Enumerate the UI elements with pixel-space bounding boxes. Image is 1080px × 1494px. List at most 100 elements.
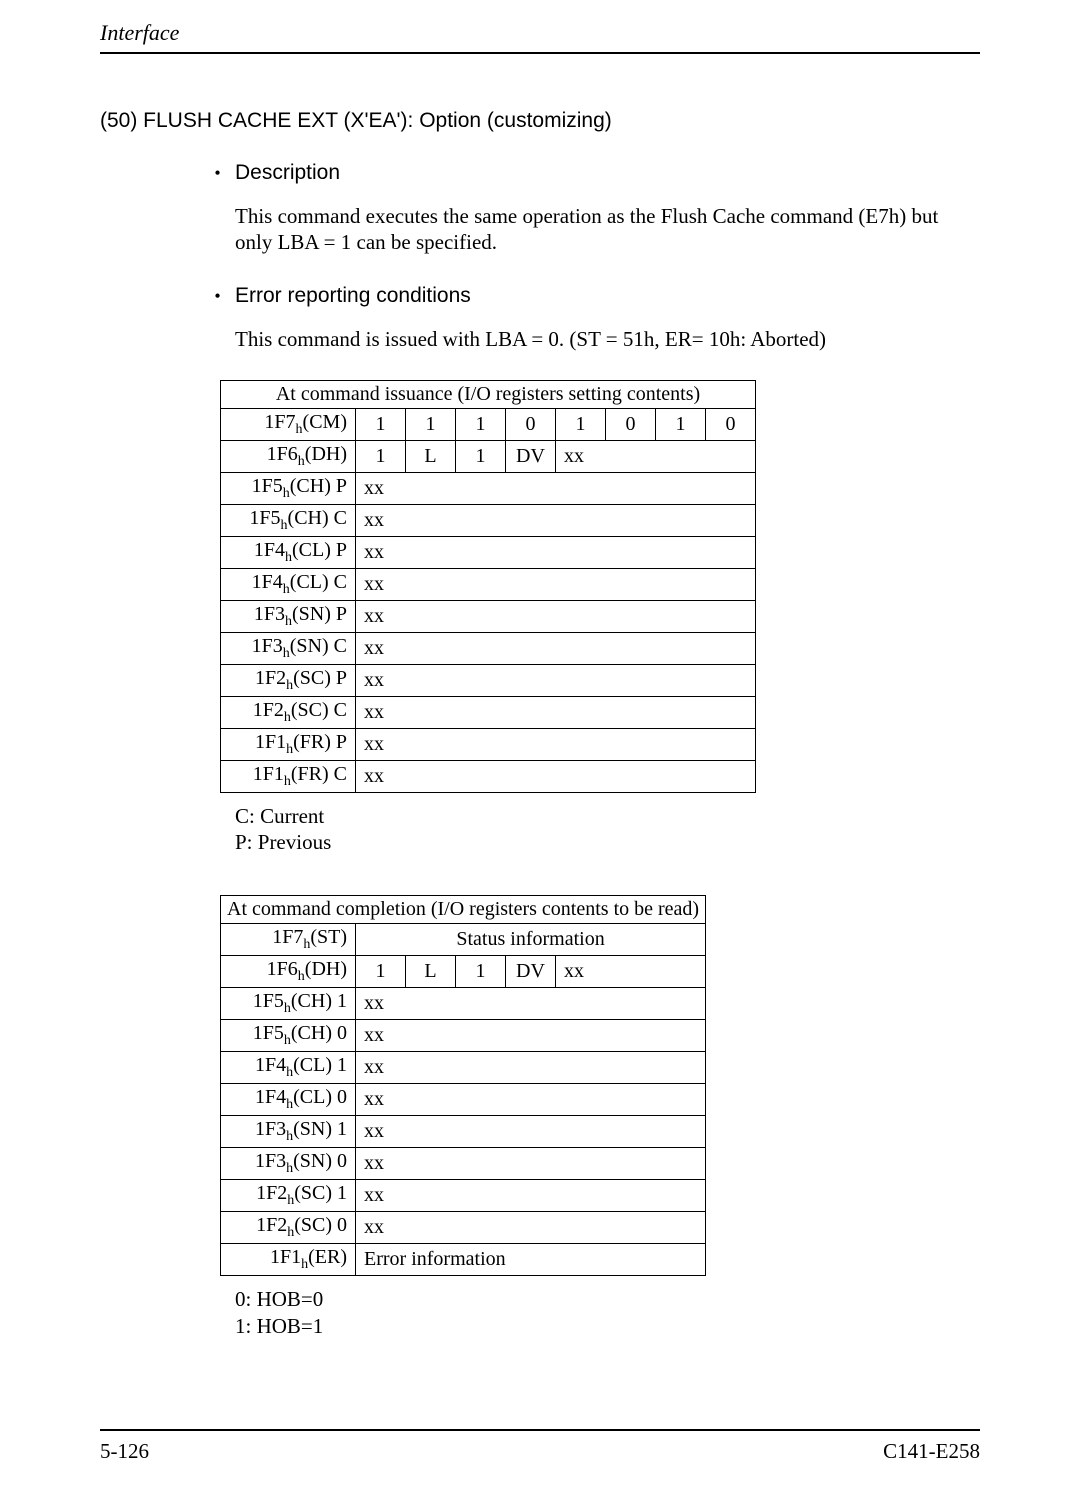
status-cell: Status information [356,924,706,956]
table-row: 1F3h(SN) P xx [221,600,756,632]
table-row: 1F2h(SC) 0 xx [221,1212,706,1244]
bit-merged: xx [556,440,756,472]
bit-merged: xx [356,696,756,728]
table-row: 1F1h(FR) P xx [221,728,756,760]
legend-line: 1: HOB=1 [235,1313,980,1339]
bit: 1 [356,408,406,440]
reg-label: 1F3h(SN) P [221,600,356,632]
reg-label: 1F6h(DH) [221,956,356,988]
table1-legend: C: Current P: Previous [235,803,980,856]
description-paragraph: This command executes the same operation… [235,203,940,256]
bit-merged: xx [356,1084,706,1116]
reg-label: 1F3h(SN) 1 [221,1116,356,1148]
bullet-error: • Error reporting conditions [200,284,980,308]
table-row: 1F6h(DH) 1 L 1 DV xx [221,440,756,472]
table-row: 1F2h(SC) P xx [221,664,756,696]
reg-label: 1F1h(FR) C [221,760,356,792]
table-row: 1F6h(DH) 1 L 1 DV xx [221,956,706,988]
running-head: Interface [100,20,980,54]
bit-merged: xx [356,632,756,664]
table-row: 1F5h(CH) 0 xx [221,1020,706,1052]
bit: 1 [456,956,506,988]
table-row: 1F4h(CL) 1 xx [221,1052,706,1084]
bit: 1 [556,408,606,440]
bit: 1 [656,408,706,440]
reg-label: 1F2h(SC) P [221,664,356,696]
doc-number: C141-E258 [883,1439,980,1464]
table-row: 1F4h(CL) C xx [221,568,756,600]
issuance-table: At command issuance (I/O registers setti… [220,380,756,793]
page-number: 5-126 [100,1439,149,1464]
page-footer: 5-126 C141-E258 [100,1429,980,1464]
reg-label: 1F2h(SC) C [221,696,356,728]
bit-merged: xx [356,760,756,792]
reg-label: 1F2h(SC) 1 [221,1180,356,1212]
bullet-icon: • [200,163,235,184]
bullet-label: Error reporting conditions [235,284,471,308]
bit: L [406,956,456,988]
table-row: 1F5h(CH) C xx [221,504,756,536]
table-caption: At command completion (I/O registers con… [221,896,706,924]
table-row: 1F3h(SN) 0 xx [221,1148,706,1180]
bit-merged: xx [356,988,706,1020]
error-cell: Error information [356,1244,706,1276]
reg-label: 1F5h(CH) 1 [221,988,356,1020]
table-row: At command issuance (I/O registers setti… [221,380,756,408]
legend-line: C: Current [235,803,980,829]
table-row: 1F7h(ST) Status information [221,924,706,956]
table-row: 1F5h(CH) P xx [221,472,756,504]
reg-label: 1F5h(CH) 0 [221,1020,356,1052]
reg-label: 1F4h(CL) 0 [221,1084,356,1116]
reg-label: 1F1h(ER) [221,1244,356,1276]
completion-table-wrap: At command completion (I/O registers con… [220,895,980,1276]
bit: 1 [456,440,506,472]
bit-merged: xx [356,536,756,568]
bit-merged: xx [556,956,706,988]
table-row: 1F4h(CL) 0 xx [221,1084,706,1116]
bit-merged: xx [356,568,756,600]
legend-line: P: Previous [235,829,980,855]
reg-label: 1F4h(CL) 1 [221,1052,356,1084]
reg-label: 1F7h(ST) [221,924,356,956]
table-row: 1F3h(SN) C xx [221,632,756,664]
bit: 1 [406,408,456,440]
table-row: 1F1h(ER) Error information [221,1244,706,1276]
bullet-label: Description [235,161,340,185]
reg-label: 1F5h(CH) C [221,504,356,536]
reg-label: 1F3h(SN) 0 [221,1148,356,1180]
page: Interface (50) FLUSH CACHE EXT (X'EA'): … [0,0,1080,1494]
bit: L [406,440,456,472]
bit-merged: xx [356,1116,706,1148]
bit-merged: xx [356,504,756,536]
bit-merged: xx [356,1212,706,1244]
bit-merged: xx [356,600,756,632]
reg-label: 1F7h(CM) [221,408,356,440]
table-row: 1F2h(SC) 1 xx [221,1180,706,1212]
reg-label: 1F4h(CL) C [221,568,356,600]
issuance-table-wrap: At command issuance (I/O registers setti… [220,380,980,793]
bit-merged: xx [356,472,756,504]
reg-label: 1F1h(FR) P [221,728,356,760]
bit: 1 [456,408,506,440]
error-paragraph: This command is issued with LBA = 0. (ST… [235,326,940,352]
bit-merged: xx [356,1052,706,1084]
completion-table: At command completion (I/O registers con… [220,895,706,1276]
legend-line: 0: HOB=0 [235,1286,980,1312]
section-title: (50) FLUSH CACHE EXT (X'EA'): Option (cu… [100,109,980,133]
bullet-description: • Description [200,161,980,185]
table-row: 1F7h(CM) 1 1 1 0 1 0 1 0 [221,408,756,440]
bit: DV [506,956,556,988]
bit: 1 [356,440,406,472]
bit-merged: xx [356,664,756,696]
table-row: At command completion (I/O registers con… [221,896,706,924]
table-row: 1F4h(CL) P xx [221,536,756,568]
table-row: 1F3h(SN) 1 xx [221,1116,706,1148]
reg-label: 1F3h(SN) C [221,632,356,664]
table-row: 1F1h(FR) C xx [221,760,756,792]
table2-legend: 0: HOB=0 1: HOB=1 [235,1286,980,1339]
bit: 0 [606,408,656,440]
reg-label: 1F2h(SC) 0 [221,1212,356,1244]
table-row: 1F2h(SC) C xx [221,696,756,728]
bit-merged: xx [356,1020,706,1052]
bit: DV [506,440,556,472]
